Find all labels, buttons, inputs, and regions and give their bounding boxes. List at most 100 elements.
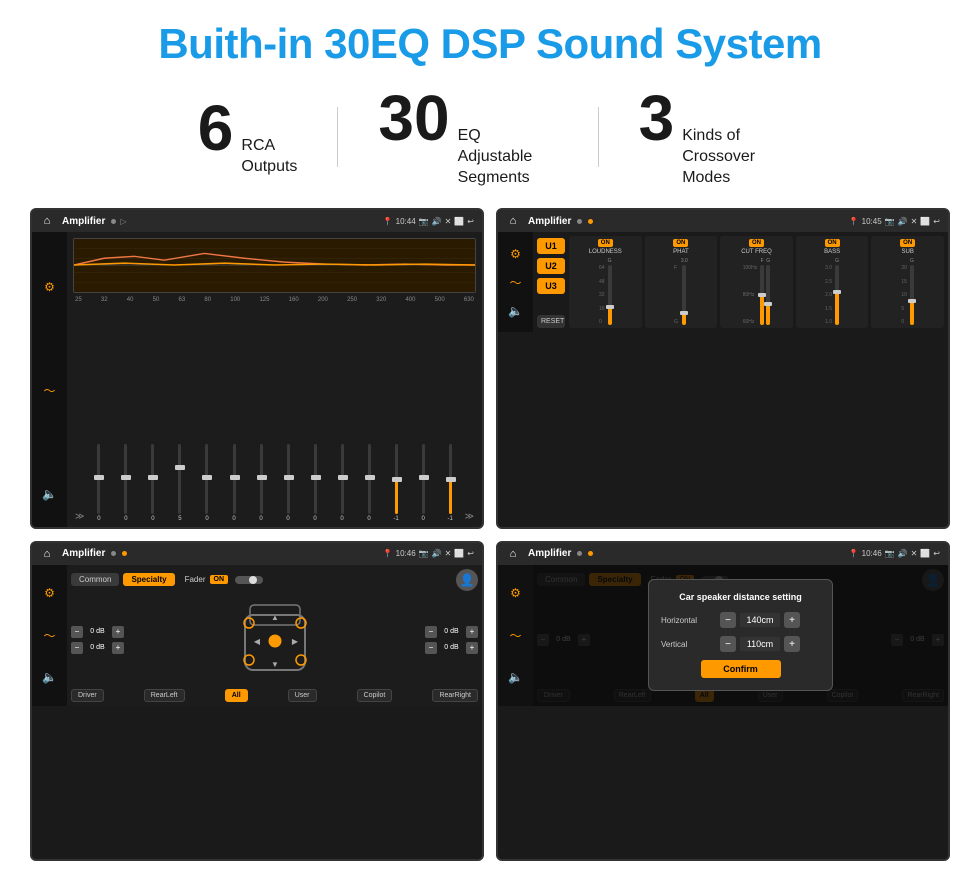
u1-btn[interactable]: U1: [407, 528, 427, 529]
home-icon-3[interactable]: ⌂: [40, 547, 54, 561]
user-btn[interactable]: User: [288, 689, 317, 702]
eq-slider-7[interactable]: 0: [249, 444, 274, 522]
speaker-icon[interactable]: 🔈: [42, 487, 57, 501]
wifi-icon-3: ✕: [445, 549, 452, 558]
u3-channel-btn[interactable]: U3: [537, 278, 565, 294]
location-icon-4: 📍: [849, 549, 859, 558]
left-minus-2[interactable]: −: [71, 642, 83, 654]
on-badge-phat[interactable]: ON: [673, 239, 688, 247]
v-slider-f[interactable]: F: [760, 258, 764, 325]
spk-icon-4[interactable]: 🔈: [508, 670, 523, 684]
crossover-reset-btn[interactable]: RESET: [537, 315, 565, 328]
eq-slider-10[interactable]: 0: [330, 444, 355, 522]
fader-slider[interactable]: [235, 576, 263, 584]
right-plus-2[interactable]: +: [466, 642, 478, 654]
eq-icon-4[interactable]: ⚙: [510, 586, 521, 600]
tab-common[interactable]: Common: [71, 573, 119, 586]
equalizer-icon[interactable]: ⚙: [44, 280, 55, 294]
page-container: Buith-in 30EQ DSP Sound System 6 RCAOutp…: [0, 0, 980, 881]
crossover-sidebar: ⚙ 〜 🔈: [498, 232, 533, 332]
on-badge-bass[interactable]: ON: [825, 239, 840, 247]
back-icon[interactable]: ↩: [467, 217, 474, 226]
wave-icon-3[interactable]: 〜: [43, 627, 55, 644]
v-slider-sub-g[interactable]: G: [910, 258, 914, 325]
eq-slider-2[interactable]: 0: [113, 444, 138, 522]
left-plus-1[interactable]: +: [112, 626, 124, 638]
crossover-main: ⚙ 〜 🔈 U1 U2 U3 RESET: [498, 232, 948, 332]
strip-label-bass: BASS: [824, 249, 840, 255]
wave-icon-2[interactable]: 〜: [509, 274, 521, 291]
eq-slider-5[interactable]: 0: [194, 444, 219, 522]
back-icon-4[interactable]: ↩: [933, 549, 940, 558]
eq-slider-4[interactable]: 5: [167, 444, 192, 522]
eq-icon[interactable]: ⚙: [510, 247, 521, 261]
vertical-plus-btn[interactable]: +: [784, 636, 800, 652]
rearright-btn[interactable]: RearRight: [432, 689, 478, 702]
left-plus-2[interactable]: +: [112, 642, 124, 654]
rearleft-btn[interactable]: RearLeft: [144, 689, 185, 702]
spk-icon-3[interactable]: 🔈: [42, 670, 57, 684]
eq-slider-3[interactable]: 0: [140, 444, 165, 522]
tab-specialty[interactable]: Specialty: [123, 573, 174, 586]
back-icon-2[interactable]: ↩: [933, 217, 940, 226]
eq-slider-6[interactable]: 0: [222, 444, 247, 522]
freq-400: 400: [405, 297, 415, 303]
fader-thumb: [249, 576, 257, 584]
expand-icon[interactable]: ≫: [75, 511, 84, 522]
v-slider-bass-g[interactable]: G: [835, 258, 839, 325]
eq-slider-11[interactable]: 0: [357, 444, 382, 522]
status-icons-1: 📍 10:44 📷 🔊 ✕ ⬜ ↩: [383, 217, 474, 226]
eq-slider-8[interactable]: 0: [276, 444, 301, 522]
u3-btn[interactable]: U3: [454, 528, 474, 529]
eq-slider-12[interactable]: -1: [384, 444, 409, 522]
battery-icon-3: ⬜: [454, 549, 464, 558]
stat-crossover-number: 3: [639, 86, 675, 150]
v-slider-g2[interactable]: G: [766, 258, 770, 325]
status-dot-1: [111, 219, 116, 224]
u2-channel-btn[interactable]: U2: [537, 258, 565, 274]
expand-right-icon[interactable]: ≫: [465, 511, 474, 522]
eq-slider-13[interactable]: 0: [411, 444, 436, 522]
left-minus-1[interactable]: −: [71, 626, 83, 638]
spk-icon[interactable]: 🔈: [508, 304, 523, 318]
v-slider-phat-1[interactable]: 3.0: [681, 258, 688, 325]
right-plus-1[interactable]: +: [466, 626, 478, 638]
vertical-minus-btn[interactable]: −: [720, 636, 736, 652]
channel-btns: U1 U2 U3 RESET: [537, 236, 565, 328]
eq-slider-1[interactable]: 0: [86, 444, 111, 522]
driver-btn[interactable]: Driver: [71, 689, 104, 702]
u2-btn[interactable]: U2: [431, 528, 451, 529]
home-icon-4[interactable]: ⌂: [506, 547, 520, 561]
v-scale-cutfreq: 100Hz 80Hz 60Hz: [743, 265, 757, 325]
confirm-button[interactable]: Confirm: [701, 660, 781, 678]
custom-btn[interactable]: Custom: [86, 528, 354, 529]
on-badge-cutfreq[interactable]: ON: [749, 239, 764, 247]
status-icons-4: 📍 10:46 📷 🔊 ✕ ⬜ ↩: [849, 549, 940, 558]
on-badge-loudness[interactable]: ON: [598, 239, 613, 247]
user-icon[interactable]: 👤: [456, 569, 478, 591]
right-minus-2[interactable]: −: [425, 642, 437, 654]
all-btn[interactable]: All: [225, 689, 248, 702]
eq-slider-14[interactable]: -1: [438, 444, 463, 522]
eq-icon-3[interactable]: ⚙: [44, 586, 55, 600]
on-badge-sub[interactable]: ON: [900, 239, 915, 247]
volume-icon-4: 🔊: [898, 549, 908, 558]
v-slider-g[interactable]: G: [608, 258, 612, 325]
right-minus-1[interactable]: −: [425, 626, 437, 638]
strip-label-phat: PHAT: [673, 249, 689, 255]
volume-icon-2: 🔊: [898, 217, 908, 226]
u1-channel-btn[interactable]: U1: [537, 238, 565, 254]
wave-icon[interactable]: 〜: [43, 382, 55, 399]
fader-on-switch[interactable]: ON: [210, 575, 229, 584]
back-icon-3[interactable]: ↩: [467, 549, 474, 558]
wave-icon-4[interactable]: 〜: [509, 627, 521, 644]
eq-slider-9[interactable]: 0: [303, 444, 328, 522]
v-slider-bass: 3.0 2.5 2.0 1.5 1.0 G: [825, 258, 839, 325]
home-icon-2[interactable]: ⌂: [506, 214, 520, 228]
reset-btn[interactable]: RESET: [368, 528, 405, 529]
v-slider-sub: 20 15 10 5 0 G: [901, 258, 914, 325]
home-icon[interactable]: ⌂: [40, 214, 54, 228]
horizontal-minus-btn[interactable]: −: [720, 612, 736, 628]
horizontal-plus-btn[interactable]: +: [784, 612, 800, 628]
copilot-btn[interactable]: Copilot: [357, 689, 393, 702]
